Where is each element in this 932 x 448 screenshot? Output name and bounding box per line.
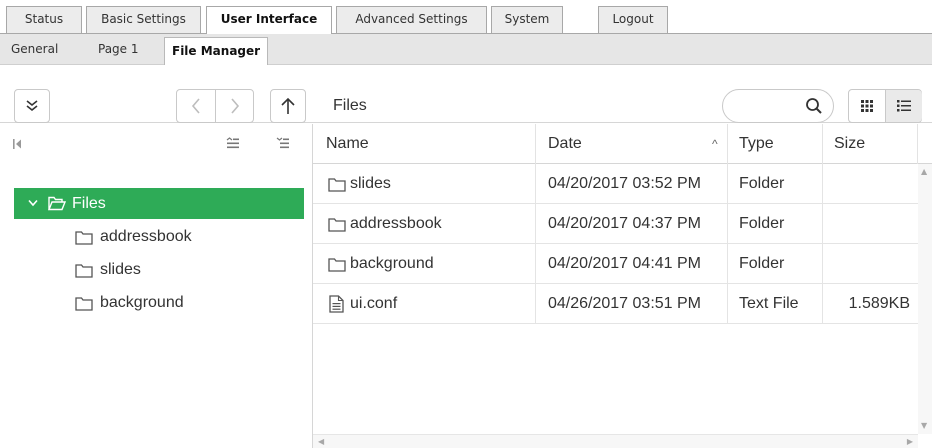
tab-status[interactable]: Status [6,6,82,33]
column-separator[interactable] [917,124,918,164]
table-row[interactable]: slides 04/20/2017 03:52 PM Folder [313,164,918,204]
cell-name: addressbook [350,215,442,232]
folder-icon [328,178,346,192]
column-header-type[interactable]: Type [739,124,774,164]
collapse-all-icon[interactable] [226,137,240,149]
folder-icon [75,296,93,311]
tab-system[interactable]: System [491,6,563,33]
search-input[interactable] [722,89,834,123]
cell-name: ui.conf [350,295,398,312]
column-separator[interactable] [535,124,536,164]
column-header-name[interactable]: Name [326,124,369,164]
subtab-file-manager[interactable]: File Manager [164,37,269,66]
subtab-general[interactable]: General [11,42,58,56]
cell-divider [822,164,823,204]
column-header-date[interactable]: Date [548,124,582,164]
cell-divider [822,204,823,244]
file-manager-toolbar: Files [0,79,932,123]
column-header-size[interactable]: Size [834,124,865,164]
tab-user-interface[interactable]: User Interface [206,6,332,34]
toggle-navigation-button[interactable] [14,89,50,123]
expand-all-icon[interactable] [276,137,290,149]
tab-advanced-settings[interactable]: Advanced Settings [336,6,487,33]
folder-open-icon [48,196,66,211]
list-view-button[interactable] [886,90,922,122]
view-mode-group [848,89,922,123]
main-tab-bar: Status Basic Settings User Interface Adv… [0,0,932,34]
grid-body: slides 04/20/2017 03:52 PM Folder addres… [313,164,918,434]
tab-logout[interactable]: Logout [598,6,668,33]
forward-button[interactable] [216,90,254,122]
cell-type: Folder [739,175,785,192]
cell-divider [535,284,536,324]
scroll-up-arrow-icon[interactable]: ▲ [921,168,927,176]
collapse-pane-icon[interactable] [12,138,22,150]
arrow-up-icon [281,97,295,114]
folder-icon [328,218,346,232]
tree-item-label: slides [100,261,141,278]
chevron-right-icon [231,98,240,114]
cell-date: 04/26/2017 03:51 PM [548,295,702,312]
table-row[interactable]: ui.conf 04/26/2017 03:51 PM Text File 1.… [313,284,918,324]
cell-date: 04/20/2017 03:52 PM [548,175,702,192]
back-button[interactable] [177,90,215,122]
cell-divider [727,244,728,284]
scroll-left-arrow-icon[interactable]: ◀ [318,438,324,446]
cell-divider [727,164,728,204]
up-directory-button[interactable] [270,89,306,123]
cell-divider [727,204,728,244]
cell-type: Text File [739,295,799,312]
cell-date: 04/20/2017 04:41 PM [548,255,702,272]
folder-icon [75,263,93,278]
cell-divider [535,164,536,204]
table-row[interactable]: background 04/20/2017 04:41 PM Folder [313,244,918,284]
double-chevron-down-icon [26,100,38,112]
cell-divider [822,244,823,284]
folder-icon [75,230,93,245]
chevron-left-icon [191,98,200,114]
horizontal-scrollbar[interactable]: ◀ ▶ [313,434,918,448]
history-nav-group [176,89,254,123]
column-separator[interactable] [822,124,823,164]
chevron-down-icon[interactable] [28,199,38,207]
tree-item-background[interactable]: background [75,294,184,312]
cell-type: Folder [739,255,785,272]
cell-divider [727,284,728,324]
cell-name: background [350,255,434,272]
cell-divider [535,204,536,244]
folder-icon [328,258,346,272]
text-file-icon [329,295,344,313]
cell-size: 1.589KB [848,295,910,312]
tree-item-label: background [100,294,184,311]
file-list-grid: Name Date ^ Type Size slides 04/20/2017 … [313,124,932,448]
tree-item-slides[interactable]: slides [75,261,141,279]
cell-divider [822,284,823,324]
cell-divider [535,244,536,284]
search-icon[interactable] [805,97,823,115]
tree-toolbar [0,124,312,164]
folder-tree-pane: Files addressbook slides background [0,124,313,448]
tree-root-label: Files [72,195,106,212]
grid-view-button[interactable] [849,90,885,122]
table-row[interactable]: addressbook 04/20/2017 04:37 PM Folder [313,204,918,244]
tree-item-label: addressbook [100,228,192,245]
file-manager: Files Files addressbook slides backgroun… [0,65,932,448]
sort-ascending-icon: ^ [712,137,718,151]
scroll-down-arrow-icon[interactable]: ▼ [921,422,927,430]
breadcrumb[interactable]: Files [333,97,367,115]
grid-header: Name Date ^ Type Size [313,124,932,164]
tab-basic-settings[interactable]: Basic Settings [86,6,201,33]
sub-tab-bar: General Page 1 File Manager [0,33,932,66]
vertical-scrollbar[interactable]: ▲ ▼ [918,164,932,434]
cell-date: 04/20/2017 04:37 PM [548,215,702,232]
tree-item-addressbook[interactable]: addressbook [75,228,192,246]
scroll-right-arrow-icon[interactable]: ▶ [907,438,913,446]
tree-item-files[interactable]: Files [14,188,304,219]
cell-type: Folder [739,215,785,232]
column-separator[interactable] [727,124,728,164]
subtab-page-1[interactable]: Page 1 [98,42,139,56]
cell-name: slides [350,175,391,192]
list-view-icon [897,100,911,112]
grid-view-icon [861,100,873,112]
